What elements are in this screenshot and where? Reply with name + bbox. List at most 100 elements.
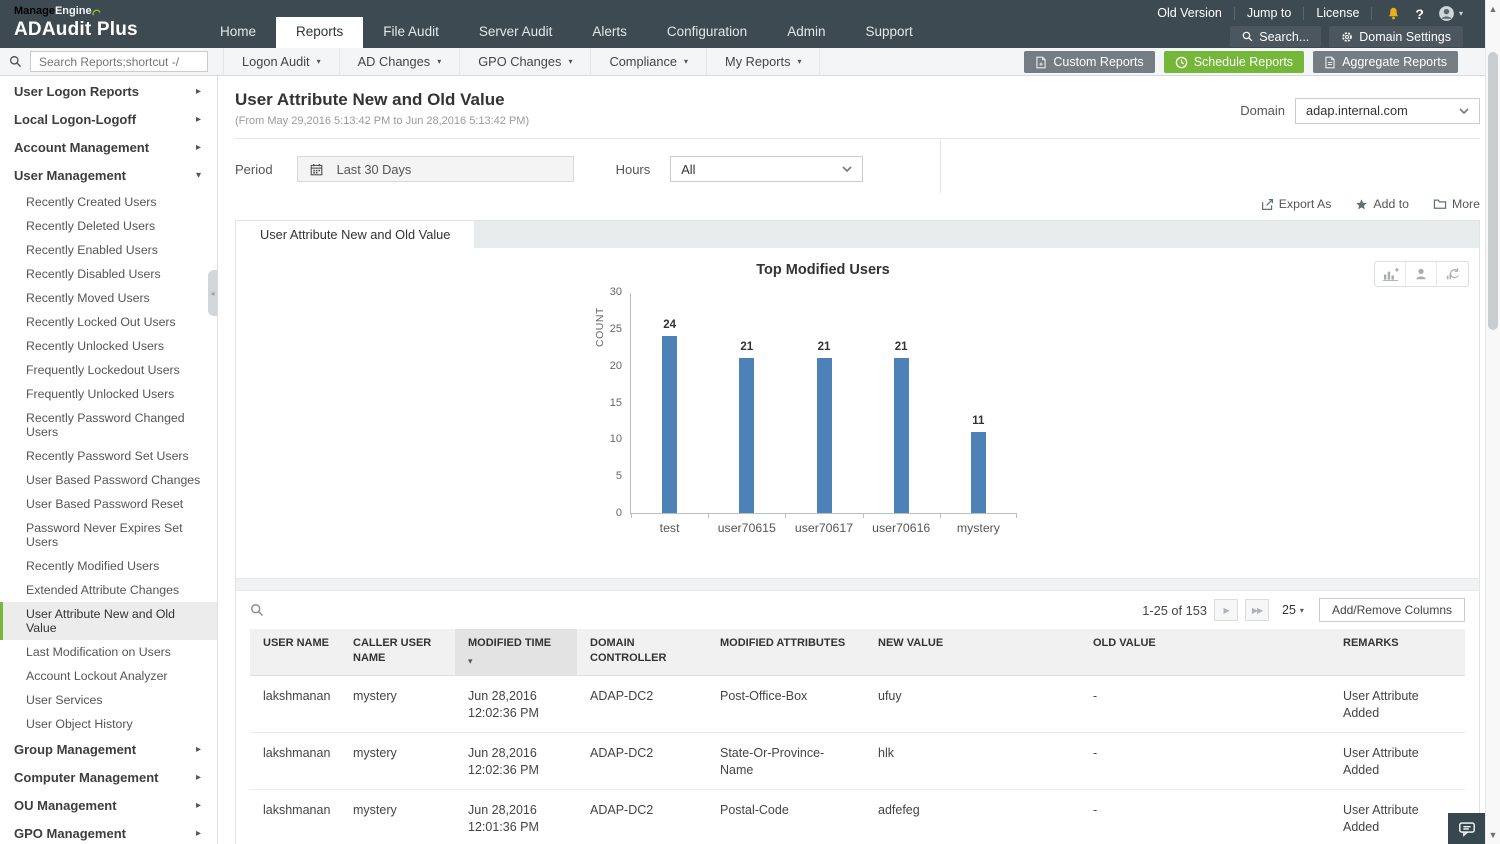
sidebar-item-frequently-lockedout-users[interactable]: Frequently Lockedout Users xyxy=(0,358,217,382)
sidebar-item-user-based-password-reset[interactable]: User Based Password Reset xyxy=(0,492,217,516)
global-search-button[interactable]: Search... xyxy=(1230,26,1321,47)
help-button[interactable]: ? xyxy=(1415,6,1424,22)
top-nav-configuration[interactable]: Configuration xyxy=(647,17,767,48)
top-link-license[interactable]: License xyxy=(1304,7,1372,20)
brand-logo[interactable]: ManageEngine ADAudit Plus xyxy=(0,0,196,48)
search-reports-input[interactable] xyxy=(30,51,208,72)
menu-logon-audit[interactable]: Logon Audit▾ xyxy=(223,48,340,75)
chart-type-button[interactable] xyxy=(1375,262,1406,286)
chevron-right-icon: ▸ xyxy=(196,799,201,813)
hours-select[interactable]: All xyxy=(670,156,863,182)
sidebar-item-recently-deleted-users[interactable]: Recently Deleted Users xyxy=(0,214,217,238)
sidebar-item-account-lockout-analyzer[interactable]: Account Lockout Analyzer xyxy=(0,664,217,688)
sidebar-group-group-management[interactable]: Group Management▸ xyxy=(0,736,217,764)
sidebar-item-recently-disabled-users[interactable]: Recently Disabled Users xyxy=(0,262,217,286)
sidebar-item-user-attribute-new-and-old-value[interactable]: User Attribute New and Old Value xyxy=(0,602,217,640)
next-page-button[interactable]: ▶ xyxy=(1214,599,1238,621)
column-header-caller-user-name[interactable]: CALLER USER NAME xyxy=(340,629,455,676)
aggregate-reports-button[interactable]: Aggregate Reports xyxy=(1313,51,1458,73)
sidebar-collapse-handle[interactable]: ◂ xyxy=(208,270,217,316)
scrollbar-thumb[interactable] xyxy=(1488,52,1498,330)
sidebar-group-user-management[interactable]: User Management▾ xyxy=(0,162,217,190)
sidebar-item-recently-enabled-users[interactable]: Recently Enabled Users xyxy=(0,238,217,262)
schedule-reports-button[interactable]: Schedule Reports xyxy=(1164,51,1304,73)
table-row[interactable]: lakshmananmysteryJun 28,2016 12:02:36 PM… xyxy=(250,676,1465,733)
sidebar-group-label: User Management xyxy=(14,169,126,183)
sidebar-item-recently-password-set-users[interactable]: Recently Password Set Users xyxy=(0,444,217,468)
sidebar-item-recently-created-users[interactable]: Recently Created Users xyxy=(0,190,217,214)
top-nav-server-audit[interactable]: Server Audit xyxy=(459,17,573,48)
column-header-modified-time[interactable]: MODIFIED TIME▾ xyxy=(455,629,577,676)
cell-new: adfefeg xyxy=(865,790,1080,844)
x-label-test: test xyxy=(631,521,708,535)
top-nav-support[interactable]: Support xyxy=(845,17,932,48)
top-nav-file-audit[interactable]: File Audit xyxy=(363,17,459,48)
sidebar-group-gpo-management[interactable]: GPO Management▸ xyxy=(0,820,217,844)
top-nav-home[interactable]: Home xyxy=(200,17,276,48)
sidebar-item-frequently-unlocked-users[interactable]: Frequently Unlocked Users xyxy=(0,382,217,406)
table-row[interactable]: lakshmananmysteryJun 28,2016 12:02:36 PM… xyxy=(250,733,1465,790)
column-header-new-value[interactable]: NEW VALUE xyxy=(865,629,1080,676)
top-nav-reports[interactable]: Reports xyxy=(276,17,363,48)
domain-settings-button[interactable]: Domain Settings xyxy=(1329,26,1463,47)
sidebar-item-recently-locked-out-users[interactable]: Recently Locked Out Users xyxy=(0,310,217,334)
sidebar-group-local-logon-logoff[interactable]: Local Logon-Logoff▸ xyxy=(0,106,217,134)
sidebar-item-user-object-history[interactable]: User Object History xyxy=(0,712,217,736)
table-row[interactable]: lakshmananmysteryJun 28,2016 12:01:36 PM… xyxy=(250,790,1465,844)
more-button[interactable]: More xyxy=(1433,197,1480,211)
notifications-button[interactable] xyxy=(1386,6,1401,21)
sidebar-item-password-never-expires-set-users[interactable]: Password Never Expires Set Users xyxy=(0,516,217,554)
sidebar-group-account-management[interactable]: Account Management▸ xyxy=(0,134,217,162)
top-nav-admin[interactable]: Admin xyxy=(767,17,845,48)
bar-mystery[interactable] xyxy=(971,432,986,513)
sidebar-item-user-based-password-changes[interactable]: User Based Password Changes xyxy=(0,468,217,492)
top-link-old-version[interactable]: Old Version xyxy=(1145,7,1235,20)
sidebar-item-user-services[interactable]: User Services xyxy=(0,688,217,712)
column-header-user-name[interactable]: USER NAME xyxy=(250,629,340,676)
add-to-button[interactable]: Add to xyxy=(1355,197,1409,211)
sidebar-item-recently-unlocked-users[interactable]: Recently Unlocked Users xyxy=(0,334,217,358)
chart-user-filter-button[interactable] xyxy=(1406,262,1437,286)
sidebar-item-recently-modified-users[interactable]: Recently Modified Users xyxy=(0,554,217,578)
y-tick-25: 25 xyxy=(610,323,622,335)
column-header-modified-attributes[interactable]: MODIFIED ATTRIBUTES xyxy=(707,629,865,676)
column-header-domain-controller[interactable]: DOMAIN CONTROLLER xyxy=(577,629,707,676)
menu-ad-changes[interactable]: AD Changes▾ xyxy=(340,48,461,75)
chart-refresh-button[interactable] xyxy=(1437,262,1468,286)
vertical-scrollbar[interactable]: ▲ ▼ xyxy=(1485,0,1500,844)
page-size-select[interactable]: 25▾ xyxy=(1282,603,1304,617)
custom-reports-button[interactable]: Custom Reports xyxy=(1024,51,1154,73)
sidebar-item-recently-password-changed-users[interactable]: Recently Password Changed Users xyxy=(0,406,217,444)
scroll-up-icon[interactable]: ▲ xyxy=(1486,4,1500,14)
menu-compliance[interactable]: Compliance▾ xyxy=(591,48,707,75)
x-tick xyxy=(785,513,786,518)
last-page-button[interactable]: ▶▶ xyxy=(1245,599,1269,621)
sidebar-group-user-logon-reports[interactable]: User Logon Reports▸ xyxy=(0,78,217,106)
add-remove-columns-button[interactable]: Add/Remove Columns xyxy=(1319,598,1465,622)
sidebar-group-ou-management[interactable]: OU Management▸ xyxy=(0,792,217,820)
sidebar-item-extended-attribute-changes[interactable]: Extended Attribute Changes xyxy=(0,578,217,602)
bar-user70616[interactable] xyxy=(894,358,909,513)
sidebar-item-recently-moved-users[interactable]: Recently Moved Users xyxy=(0,286,217,310)
period-picker[interactable]: Last 30 Days xyxy=(297,156,574,182)
menu-my-reports[interactable]: My Reports▾ xyxy=(707,48,820,75)
top-link-jump-to[interactable]: Jump to xyxy=(1235,7,1304,20)
top-nav-alerts[interactable]: Alerts xyxy=(572,17,647,48)
user-menu-button[interactable]: ▾ xyxy=(1438,5,1463,22)
table-search-icon[interactable] xyxy=(250,603,264,617)
sidebar-group-computer-management[interactable]: Computer Management▸ xyxy=(0,764,217,792)
column-header-old-value[interactable]: OLD VALUE xyxy=(1080,629,1330,676)
export-as-button[interactable]: Export As xyxy=(1261,197,1332,211)
bar-user70615[interactable] xyxy=(739,358,754,513)
tab-user-attribute-new-and-old-value[interactable]: User Attribute New and Old Value xyxy=(236,221,474,248)
bar-test[interactable] xyxy=(662,336,677,513)
hours-label: Hours xyxy=(616,162,651,177)
domain-select[interactable]: adap.internal.com xyxy=(1295,98,1480,124)
menu-gpo-changes[interactable]: GPO Changes▾ xyxy=(460,48,591,75)
feedback-chat-button[interactable] xyxy=(1448,813,1485,844)
sidebar-item-last-modification-on-users[interactable]: Last Modification on Users xyxy=(0,640,217,664)
menu-label: AD Changes xyxy=(358,54,431,69)
bar-user70617[interactable] xyxy=(817,358,832,513)
scroll-down-icon[interactable]: ▼ xyxy=(1486,830,1500,840)
column-header-remarks[interactable]: REMARKS xyxy=(1330,629,1465,676)
